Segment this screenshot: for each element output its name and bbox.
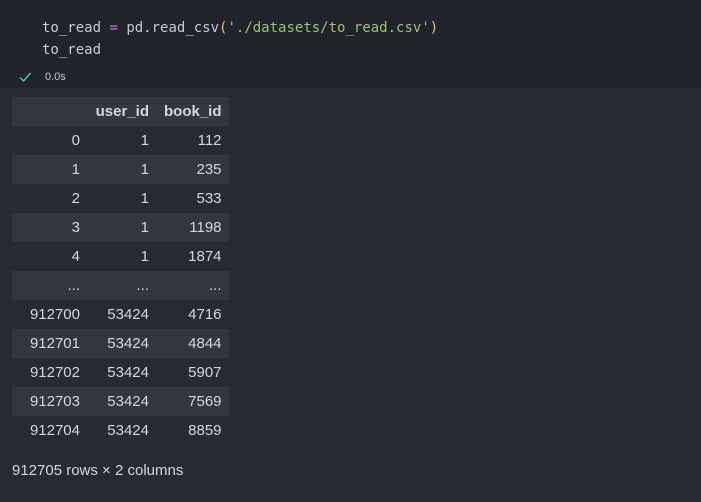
cell-book-id: 112 (197, 132, 222, 149)
code-line-1[interactable]: to_read = pd.read_csv('./datasets/to_rea… (42, 18, 438, 38)
table-row: 912703 53424 7569 (12, 387, 229, 416)
code-cell-input[interactable]: to_read = pd.read_csv('./datasets/to_rea… (0, 0, 701, 88)
cell-book-id: 4716 (188, 306, 222, 323)
row-index: 1 (71, 161, 80, 178)
cell-user-id: 53424 (107, 306, 149, 323)
table-header-row: user_id book_id (12, 97, 229, 126)
row-index: ... (67, 277, 80, 294)
check-icon (18, 70, 32, 84)
cell-book-id: 7569 (188, 393, 222, 410)
cell-book-id: 533 (196, 190, 222, 207)
cell-book-id: 235 (196, 161, 222, 178)
cell-book-id: 5907 (188, 364, 222, 381)
table-row: 4 1 1874 (12, 242, 229, 271)
cell-book-id: ... (209, 277, 222, 294)
row-index: 912701 (29, 335, 80, 352)
cell-user-id: 53424 (107, 393, 149, 410)
code-operator: = (101, 20, 127, 36)
table-row: 1 1 235 (12, 155, 229, 184)
cell-book-id: 8859 (188, 422, 222, 439)
row-index: 4 (71, 248, 80, 265)
cell-user-id: 1 (140, 161, 149, 178)
execution-status: 0.0s (18, 68, 66, 86)
table-row: 0 1 112 (12, 126, 229, 155)
row-index: 912704 (29, 422, 80, 439)
cell-user-id: 53424 (107, 422, 149, 439)
table-row: 912700 53424 4716 (12, 300, 229, 329)
code-function: pd.read_csv (126, 20, 220, 36)
column-header-user-id: user_id (95, 103, 149, 120)
code-close-paren: ) (429, 20, 439, 36)
code-line-2[interactable]: to_read (42, 40, 101, 60)
cell-book-id: 1874 (188, 248, 222, 265)
dataframe-shape-summary: 912705 rows × 2 columns (12, 462, 184, 479)
row-index: 912703 (29, 393, 80, 410)
cell-user-id: 1 (140, 219, 149, 236)
table-row-ellipsis: ... ... ... (12, 271, 229, 300)
cell-book-id: 1198 (189, 219, 222, 236)
code-variable: to_read (42, 20, 102, 36)
code-string: './datasets/to_read.csv' (227, 20, 430, 36)
cell-book-id: 4844 (188, 335, 222, 352)
row-index: 3 (71, 219, 80, 236)
table-row: 2 1 533 (12, 184, 229, 213)
cell-user-id: 1 (140, 132, 149, 149)
row-index: 2 (71, 190, 80, 207)
dataframe-table: user_id book_id 0 1 112 1 1 235 2 1 533 … (12, 97, 229, 445)
cell-user-id: ... (136, 277, 149, 294)
row-index: 0 (71, 132, 80, 149)
column-header-book-id: book_id (164, 103, 222, 120)
row-index: 912702 (29, 364, 80, 381)
table-row: 3 1 1198 (12, 213, 229, 242)
cell-user-id: 53424 (107, 364, 149, 381)
index-header (12, 97, 87, 126)
row-index: 912700 (29, 306, 80, 323)
table-row: 912701 53424 4844 (12, 329, 229, 358)
cell-user-id: 53424 (107, 335, 149, 352)
execution-time: 0.0s (45, 71, 66, 83)
table-row: 912704 53424 8859 (12, 416, 229, 445)
table-row: 912702 53424 5907 (12, 358, 229, 387)
cell-user-id: 1 (140, 248, 149, 265)
cell-user-id: 1 (140, 190, 149, 207)
